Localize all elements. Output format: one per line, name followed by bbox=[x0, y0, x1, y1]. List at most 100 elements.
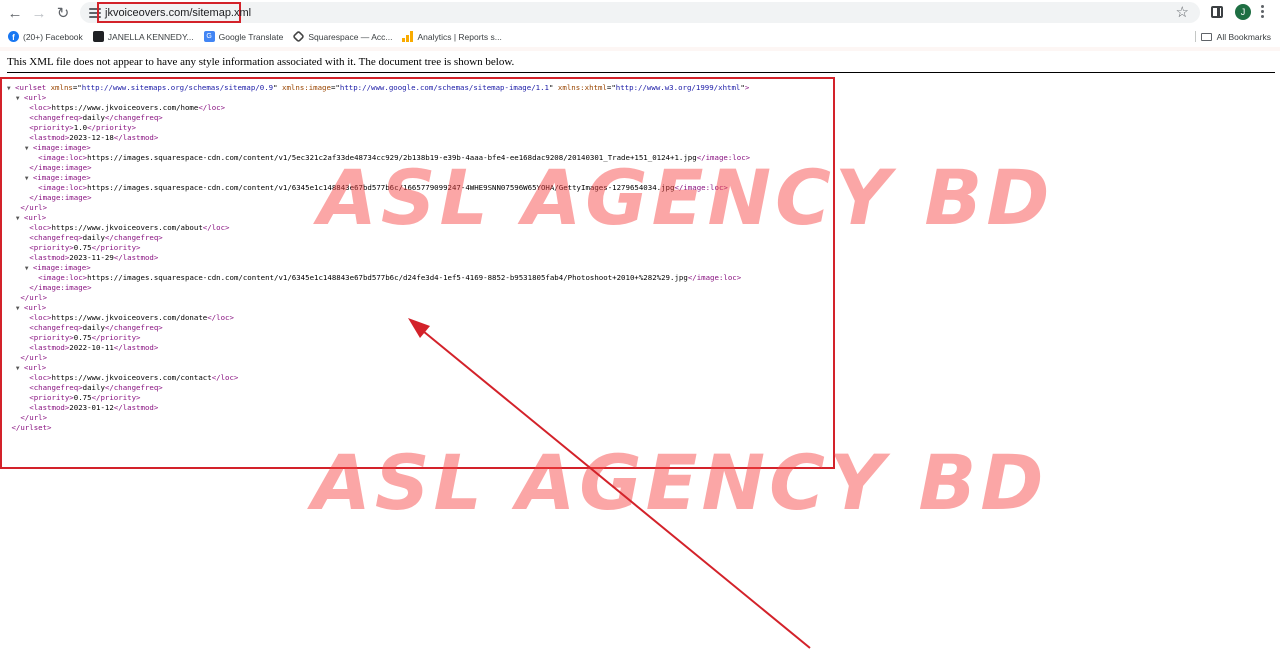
xml-text: https://www.jkvoiceovers.com/home bbox=[51, 103, 199, 112]
xml-tag: <urlset bbox=[15, 83, 47, 92]
xml-url-open: ▼ <url> bbox=[7, 213, 750, 223]
xml-text: 0.75 bbox=[73, 393, 92, 402]
xml-tag: <url> bbox=[23, 303, 47, 312]
profile-avatar[interactable]: J bbox=[1235, 4, 1251, 20]
xml-tag: </url> bbox=[20, 203, 48, 212]
bookmark-star-icon[interactable]: ☆ bbox=[1176, 3, 1189, 21]
xml-image-open: ▼ <image:image> bbox=[7, 143, 750, 153]
xml-text: 1.0 bbox=[73, 123, 88, 132]
xml-tag: </priority> bbox=[91, 393, 141, 402]
bookmark-label: Google Translate bbox=[218, 31, 284, 42]
back-arrow-icon[interactable]: ← bbox=[3, 2, 27, 24]
xml-text: =" bbox=[330, 83, 340, 92]
xml-lastmod-line: <lastmod>2023-12-18</lastmod> bbox=[7, 133, 750, 143]
xml-url-open: ▼ <url> bbox=[7, 93, 750, 103]
xml-url-close: </url> bbox=[7, 413, 750, 423]
bookmark-google-translate[interactable]: G Google Translate bbox=[199, 27, 289, 46]
squarespace-icon bbox=[292, 30, 306, 43]
xml-tag: </image:image> bbox=[29, 283, 92, 292]
xml-url-open: ▼ <url> bbox=[7, 363, 750, 373]
xml-tag: > bbox=[744, 83, 750, 92]
xml-priority-line: <priority>1.0</priority> bbox=[7, 123, 750, 133]
xml-tag: <image:image> bbox=[32, 263, 91, 272]
bookmark-analytics[interactable]: Analytics | Reports s... bbox=[397, 27, 506, 46]
xml-text: daily bbox=[82, 233, 105, 242]
xml-lastmod-line: <lastmod>2023-01-12</lastmod> bbox=[7, 403, 750, 413]
url-text[interactable]: jkvoiceovers.com/sitemap.xml bbox=[105, 7, 251, 19]
xml-text: " bbox=[273, 83, 283, 92]
bookmark-janella-kennedy[interactable]: JANELLA KENNEDY... bbox=[88, 27, 199, 46]
xml-priority-line: <priority>0.75</priority> bbox=[7, 333, 750, 343]
xml-text: 2023-12-18 bbox=[69, 133, 114, 142]
xml-tag: <lastmod> bbox=[29, 403, 70, 412]
bookmark-label: Analytics | Reports s... bbox=[417, 31, 502, 42]
xml-tag: </lastmod> bbox=[113, 343, 159, 352]
bookmark-squarespace[interactable]: Squarespace — Acc... bbox=[288, 27, 397, 46]
xml-text: 0.75 bbox=[73, 243, 92, 252]
xml-lastmod-line: <lastmod>2022-10-11</lastmod> bbox=[7, 343, 750, 353]
address-bar[interactable]: jkvoiceovers.com/sitemap.xml ☆ bbox=[80, 2, 1200, 23]
xml-tag: </lastmod> bbox=[113, 403, 159, 412]
xml-tag: <lastmod> bbox=[29, 253, 70, 262]
xml-tag: </loc> bbox=[198, 103, 226, 112]
url-highlight-box[interactable]: jkvoiceovers.com/sitemap.xml bbox=[97, 2, 251, 23]
xml-image-close: </image:image> bbox=[7, 193, 750, 203]
all-bookmarks-button[interactable]: All Bookmarks bbox=[1200, 27, 1271, 46]
all-bookmarks-label: All Bookmarks bbox=[1216, 31, 1271, 42]
forward-arrow-icon[interactable]: → bbox=[27, 2, 51, 24]
xml-text: =" bbox=[72, 83, 82, 92]
xml-text: https://www.jkvoiceovers.com/about bbox=[51, 223, 203, 232]
xml-tag: </image:loc> bbox=[696, 153, 751, 162]
xml-priority-line: <priority>0.75</priority> bbox=[7, 243, 750, 253]
xml-image-loc-line: <image:loc>https://images.squarespace-cd… bbox=[7, 183, 750, 193]
xml-image-open: ▼ <image:image> bbox=[7, 173, 750, 183]
xml-tag: </url> bbox=[20, 293, 48, 302]
xml-text: =" bbox=[606, 83, 616, 92]
xml-text: https://images.squarespace-cdn.com/conte… bbox=[87, 153, 697, 162]
xml-url-close: </url> bbox=[7, 353, 750, 363]
xml-tag: </image:loc> bbox=[674, 183, 728, 192]
xml-tag: </image:image> bbox=[29, 163, 92, 172]
xml-tag: <url> bbox=[23, 93, 47, 102]
more-menu-icon[interactable] bbox=[1261, 5, 1264, 18]
xml-tag: </priority> bbox=[91, 243, 141, 252]
bookmark-label: (20+) Facebook bbox=[23, 31, 83, 42]
analytics-icon bbox=[402, 31, 414, 42]
facebook-icon: f bbox=[8, 31, 19, 42]
reload-icon[interactable]: ↻ bbox=[51, 2, 75, 24]
xml-tag: <priority> bbox=[29, 123, 74, 132]
xml-tag: <url> bbox=[23, 363, 47, 372]
browser-toolbar: ← → ↻ jkvoiceovers.com/sitemap.xml ☆ J bbox=[0, 0, 1280, 26]
xml-changefreq-line: <changefreq>daily</changefreq> bbox=[7, 383, 750, 393]
xml-changefreq-line: <changefreq>daily</changefreq> bbox=[7, 323, 750, 333]
xml-text: https://images.squarespace-cdn.com/conte… bbox=[87, 183, 675, 192]
xml-tag: <image:loc> bbox=[38, 183, 88, 192]
content-top-strip bbox=[0, 47, 1280, 51]
xml-tag: <image:loc> bbox=[38, 153, 88, 162]
xml-tag: </lastmod> bbox=[113, 133, 159, 142]
xml-tag: <loc> bbox=[29, 373, 52, 382]
xml-image-loc-line: <image:loc>https://images.squarespace-cd… bbox=[7, 273, 750, 283]
xml-loc-line: <loc>https://www.jkvoiceovers.com/contac… bbox=[7, 373, 750, 383]
xml-attr-name: xmlns:xhtml bbox=[557, 83, 607, 92]
xml-lastmod-line: <lastmod>2023-11-29</lastmod> bbox=[7, 253, 750, 263]
xml-tag: <image:loc> bbox=[38, 273, 88, 282]
cube-icon bbox=[92, 31, 104, 42]
xml-text: https://images.squarespace-cdn.com/conte… bbox=[87, 273, 688, 282]
bookmarks-divider bbox=[1195, 31, 1196, 42]
bookmark-facebook[interactable]: f (20+) Facebook bbox=[3, 27, 88, 46]
xml-tag: </lastmod> bbox=[113, 253, 159, 262]
xml-attr-name: xmlns bbox=[50, 83, 73, 92]
side-panel-icon[interactable] bbox=[1211, 6, 1223, 18]
xml-tag: </changefreq> bbox=[104, 113, 163, 122]
xml-tag: <changefreq> bbox=[29, 233, 83, 242]
xml-tag: </loc> bbox=[202, 223, 230, 232]
xml-tag: </url> bbox=[20, 353, 48, 362]
xml-text: daily bbox=[82, 113, 105, 122]
xml-url-close: </url> bbox=[7, 203, 750, 213]
xml-url-open: ▼ <url> bbox=[7, 303, 750, 313]
xml-tag: <loc> bbox=[29, 313, 52, 322]
xml-priority-line: <priority>0.75</priority> bbox=[7, 393, 750, 403]
xml-tag: </loc> bbox=[211, 373, 239, 382]
xml-tag: <changefreq> bbox=[29, 323, 83, 332]
